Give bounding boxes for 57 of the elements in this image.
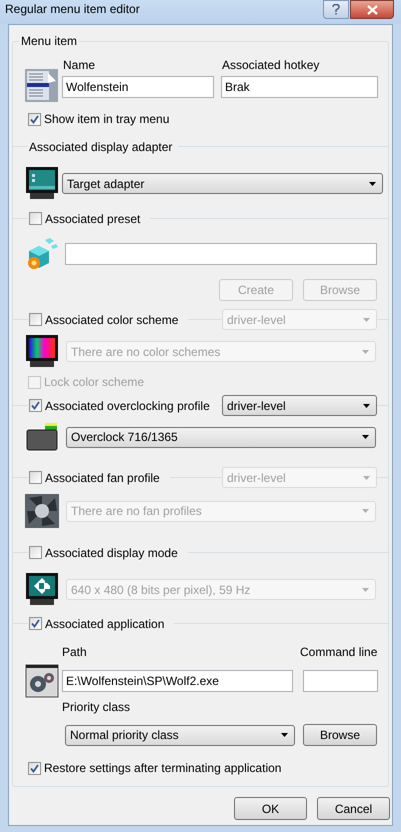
section-title: Associated display adapter	[29, 140, 172, 154]
field-label: Name	[62, 58, 96, 74]
dropdown[interactable]: Target adapter	[62, 173, 383, 194]
field-label: Command line	[300, 645, 378, 659]
fan-icon	[25, 494, 59, 528]
section-title: Associated color scheme	[45, 312, 178, 326]
field-label: Associated hotkey	[221, 58, 320, 74]
group-title: Menu item	[20, 34, 78, 48]
caret-icon	[363, 318, 370, 322]
section-title: Associated application	[45, 616, 164, 630]
caret-icon	[362, 588, 369, 592]
button[interactable]: Cancel	[317, 797, 390, 820]
cubes-icon	[25, 237, 59, 271]
checkbox[interactable]	[29, 617, 42, 630]
field-label: Path	[62, 645, 88, 659]
checkbox[interactable]	[29, 212, 42, 225]
caret-icon	[362, 350, 369, 354]
help-button[interactable]	[323, 0, 349, 19]
dropdown[interactable]: Normal priority class	[65, 724, 295, 746]
monitor-icon	[25, 334, 59, 369]
checkbox[interactable]	[29, 471, 42, 484]
section-title: Associated display mode	[45, 546, 178, 560]
input-field[interactable]	[303, 670, 378, 692]
input-field[interactable]: Wolfenstein	[62, 76, 214, 98]
section-title: Associated fan profile	[45, 470, 160, 484]
checkbox-label: Show item in tray menu	[44, 112, 170, 126]
monitor-icon	[25, 166, 59, 201]
checkbox-label: Restore settings after terminating application	[44, 761, 282, 775]
input-field[interactable]: E:\Wolfenstein\SP\Wolf2.exe	[62, 670, 293, 692]
menu-list-icon	[25, 69, 58, 102]
button[interactable]: Browse	[303, 724, 377, 746]
button[interactable]: OK	[234, 797, 307, 820]
caret-icon	[362, 435, 369, 439]
checkbox[interactable]	[29, 399, 42, 412]
input-field[interactable]: Brak	[221, 76, 378, 98]
checkbox[interactable]	[28, 112, 41, 126]
gears-icon	[25, 664, 59, 698]
dropdown[interactable]: driver-level	[222, 395, 377, 416]
help-icon	[332, 4, 340, 15]
checkbox[interactable]	[29, 313, 42, 326]
section-title: Associated preset	[45, 212, 140, 226]
monitor-icon	[25, 572, 59, 607]
dropdown[interactable]: Overclock 716/1365	[66, 426, 376, 448]
close-button[interactable]	[350, 0, 394, 19]
window-title: Regular menu item editor	[4, 1, 140, 16]
caret-icon	[363, 476, 370, 480]
checkbox[interactable]	[29, 546, 42, 559]
caret-icon	[369, 182, 376, 186]
field-label: Priority class	[62, 700, 132, 714]
caret-icon	[363, 404, 370, 408]
checkbox[interactable]	[28, 762, 41, 774]
caret-icon	[362, 509, 369, 513]
close-icon	[366, 4, 378, 14]
input-field[interactable]	[65, 243, 377, 265]
checkbox-label: Lock color scheme	[44, 375, 144, 389]
caret-icon	[281, 733, 288, 737]
section-title: Associated overclocking profile	[45, 398, 210, 412]
